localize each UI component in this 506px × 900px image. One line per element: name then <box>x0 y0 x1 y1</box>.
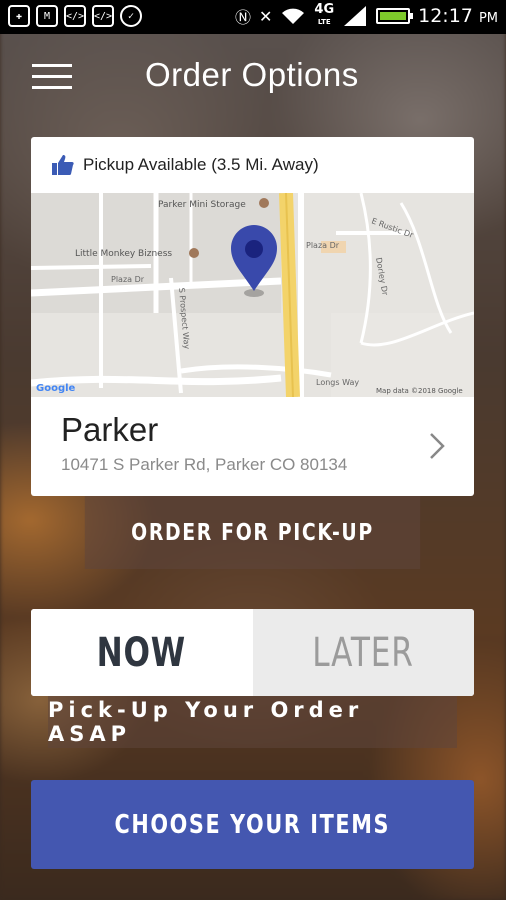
mute-icon: ✕ <box>259 6 273 26</box>
map-graphic: Parker Mini Storage Little Monkey Biznes… <box>31 192 474 398</box>
map-attribution: Map data ©2018 Google <box>376 387 463 395</box>
battery-icon <box>376 8 414 24</box>
thumbs-up-icon <box>52 155 74 175</box>
now-label: NOW <box>97 629 187 676</box>
choose-button-label: CHOOSE YOUR ITEMS <box>114 809 391 840</box>
asap-banner: Pick-Up Your Order ASAP <box>48 696 457 748</box>
map-label-storage: Parker Mini Storage <box>158 200 246 210</box>
messenger-icon: ✓ <box>120 5 142 27</box>
map-label-plaza-2: Plaza Dr <box>306 241 340 250</box>
now-option[interactable]: NOW <box>31 609 253 696</box>
later-label: LATER <box>312 629 414 676</box>
pickup-availability: Pickup Available (3.5 Mi. Away) <box>31 137 474 193</box>
status-bar: ✚ M </> </> ✓ Ⓝ ✕ 4G LTE 12:17 PM <box>0 0 506 34</box>
order-for-pickup-button[interactable]: ORDER FOR PICK-UP <box>84 496 421 569</box>
nfc-icon: Ⓝ <box>234 8 251 27</box>
network-type: 4G LTE <box>314 2 335 26</box>
chevron-right-icon[interactable] <box>428 431 446 461</box>
wifi-icon <box>282 8 305 24</box>
pickup-label: Pickup Available (3.5 Mi. Away) <box>83 155 319 174</box>
map-label-plaza-1: Plaza Dr <box>111 275 145 284</box>
location-card[interactable]: Pickup Available (3.5 Mi. Away) Parker M… <box>31 137 474 496</box>
menu-icon[interactable] <box>32 62 72 92</box>
map-label-monkey: Little Monkey Bizness <box>75 249 172 259</box>
clock: 12:17 PM <box>418 5 498 27</box>
signal-icon <box>344 6 367 26</box>
gmail-icon: M <box>36 5 58 27</box>
asap-text: Pick-Up Your Order ASAP <box>48 698 364 746</box>
time-toggle: NOW LATER <box>31 609 474 696</box>
code-icon: </> <box>92 5 114 27</box>
google-logo: Google <box>36 383 76 394</box>
location-address: 10471 S Parker Rd, Parker CO 80134 <box>61 455 348 474</box>
location-row[interactable]: Parker 10471 S Parker Rd, Parker CO 8013… <box>31 397 474 496</box>
later-option[interactable]: LATER <box>252 609 474 696</box>
location-name: Parker <box>61 411 159 448</box>
map-label-longs: Longs Way <box>316 378 359 387</box>
code-icon: </> <box>64 5 86 27</box>
plus-icon: ✚ <box>8 5 30 27</box>
choose-your-items-button[interactable]: CHOOSE YOUR ITEMS <box>31 780 474 869</box>
page-title: Order Options <box>145 56 359 93</box>
location-map[interactable]: Parker Mini Storage Little Monkey Biznes… <box>31 192 474 398</box>
